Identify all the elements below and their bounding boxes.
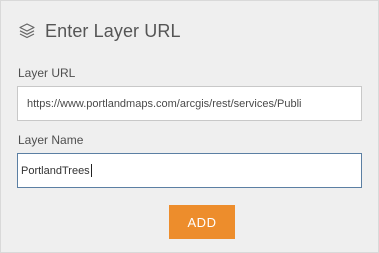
layer-url-input[interactable]: https://www.portlandmaps.com/arcgis/rest… [17,86,362,121]
layer-url-value: https://www.portlandmaps.com/arcgis/rest… [27,97,302,110]
enter-layer-url-panel: Enter Layer URL Layer URL https://www.po… [0,0,379,253]
add-button[interactable]: ADD [169,205,235,239]
text-caret [90,164,92,177]
panel-title: Enter Layer URL [45,20,181,41]
layer-name-value: PortlandTrees [21,164,90,177]
layer-name-label: Layer Name [18,133,84,147]
layers-icon [18,22,36,40]
panel-header: Enter Layer URL [18,19,181,43]
layer-url-label: Layer URL [18,66,76,80]
layer-name-input[interactable]: PortlandTrees [17,153,362,188]
